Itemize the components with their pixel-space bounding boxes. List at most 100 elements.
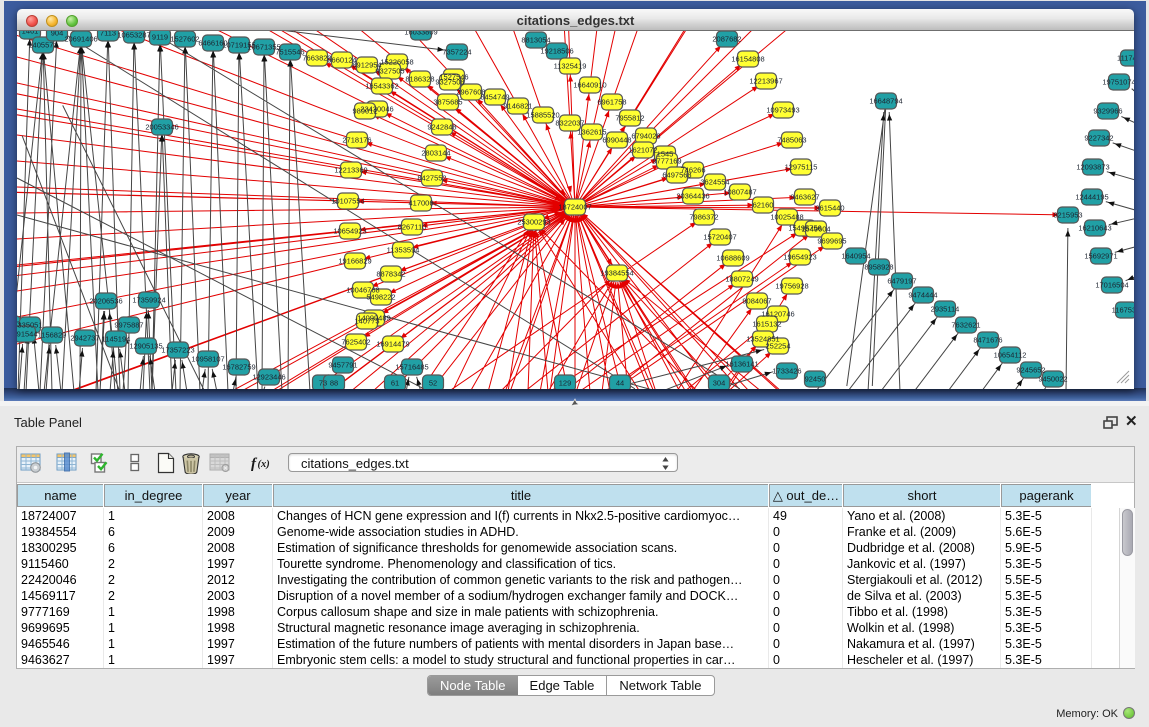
svg-text:16782759: 16782759 bbox=[222, 363, 255, 372]
svg-text:2942737: 2942737 bbox=[70, 334, 99, 343]
svg-text:1145194: 1145194 bbox=[102, 335, 131, 344]
svg-text:16033809: 16033809 bbox=[404, 31, 437, 37]
svg-text:904: 904 bbox=[51, 31, 64, 38]
svg-text:(x): (x) bbox=[258, 459, 270, 470]
svg-text:7485063: 7485063 bbox=[777, 136, 806, 145]
svg-text:9450022: 9450022 bbox=[1038, 375, 1067, 384]
svg-text:304: 304 bbox=[713, 379, 726, 388]
svg-text:5498222: 5498222 bbox=[366, 293, 395, 302]
svg-text:10653287: 10653287 bbox=[117, 31, 150, 40]
svg-text:9146821: 9146821 bbox=[503, 102, 532, 111]
svg-text:9327508: 9327508 bbox=[435, 78, 464, 87]
svg-text:9975887: 9975887 bbox=[114, 321, 143, 330]
svg-text:9329966: 9329966 bbox=[1093, 107, 1122, 116]
svg-text:12905135: 12905135 bbox=[129, 342, 162, 351]
svg-text:10107554: 10107554 bbox=[331, 197, 364, 206]
svg-text:10654923: 10654923 bbox=[333, 227, 366, 236]
svg-text:25300293: 25300293 bbox=[517, 218, 550, 227]
svg-text:19166829: 19166829 bbox=[338, 257, 371, 266]
svg-text:16640910: 16640910 bbox=[573, 81, 606, 90]
svg-text:15716485: 15716485 bbox=[395, 363, 428, 372]
svg-text:12923446: 12923446 bbox=[252, 373, 285, 382]
svg-text:7357224: 7357224 bbox=[442, 48, 471, 57]
svg-text:3875685: 3875685 bbox=[433, 98, 462, 107]
svg-text:44: 44 bbox=[616, 379, 624, 388]
svg-text:9777169: 9777169 bbox=[652, 157, 681, 166]
svg-text:1117404: 1117404 bbox=[1117, 54, 1134, 63]
svg-text:1461: 1461 bbox=[22, 31, 39, 36]
svg-text:989012: 989012 bbox=[352, 107, 377, 116]
svg-text:18807249: 18807249 bbox=[725, 275, 758, 284]
svg-text:20206536: 20206536 bbox=[89, 297, 122, 306]
svg-text:16914479: 16914479 bbox=[376, 340, 409, 349]
svg-text:10654112: 10654112 bbox=[994, 351, 1027, 360]
svg-text:73: 73 bbox=[319, 379, 327, 388]
svg-text:16136141: 16136141 bbox=[725, 360, 758, 369]
svg-text:11325419: 11325419 bbox=[554, 62, 587, 71]
svg-text:92450: 92450 bbox=[805, 375, 826, 384]
svg-text:7632621: 7632621 bbox=[951, 321, 980, 330]
svg-text:1640954: 1640954 bbox=[841, 252, 870, 261]
svg-text:17016504: 17016504 bbox=[1095, 281, 1128, 290]
svg-text:15692971: 15692971 bbox=[1084, 252, 1117, 261]
svg-text:335051: 335051 bbox=[17, 321, 42, 330]
svg-text:9457791: 9457791 bbox=[328, 361, 357, 370]
svg-text:9615440: 9615440 bbox=[815, 204, 844, 213]
svg-text:1621072: 1621072 bbox=[628, 146, 657, 155]
svg-text:10025488: 10025488 bbox=[770, 213, 803, 222]
svg-text:17357223: 17357223 bbox=[161, 346, 194, 355]
svg-text:252254: 252254 bbox=[765, 342, 790, 351]
svg-text:62160: 62160 bbox=[753, 201, 774, 210]
svg-text:1549604: 1549604 bbox=[801, 225, 830, 234]
svg-text:8427552: 8427552 bbox=[417, 174, 446, 183]
svg-text:6497568: 6497568 bbox=[662, 171, 691, 180]
svg-text:1615132: 1615132 bbox=[752, 320, 781, 329]
svg-text:140773: 140773 bbox=[354, 317, 379, 326]
svg-text:19751074: 19751074 bbox=[1102, 78, 1134, 87]
svg-text:7625402: 7625402 bbox=[341, 338, 370, 347]
svg-text:11353594: 11353594 bbox=[387, 246, 420, 255]
svg-text:9463627: 9463627 bbox=[790, 193, 819, 202]
svg-text:10807487: 10807487 bbox=[723, 188, 756, 197]
svg-text:7515546: 7515546 bbox=[275, 48, 304, 57]
svg-text:129: 129 bbox=[559, 379, 572, 388]
svg-text:6479197: 6479197 bbox=[887, 277, 916, 286]
svg-text:10958107: 10958107 bbox=[191, 355, 224, 364]
svg-text:9242848: 9242848 bbox=[427, 123, 456, 132]
svg-text:16120746: 16120746 bbox=[761, 310, 794, 319]
svg-text:9119: 9119 bbox=[152, 33, 168, 42]
svg-text:9084067: 9084067 bbox=[742, 297, 771, 306]
svg-text:8186328: 8186328 bbox=[405, 75, 434, 84]
svg-text:61: 61 bbox=[391, 379, 399, 388]
svg-text:1733426: 1733426 bbox=[772, 367, 801, 376]
svg-text:10973493: 10973493 bbox=[766, 106, 799, 115]
svg-text:10688609: 10688609 bbox=[716, 254, 749, 263]
svg-text:52: 52 bbox=[429, 379, 437, 388]
svg-text:3624554: 3624554 bbox=[700, 178, 729, 187]
svg-text:16543362: 16543362 bbox=[365, 82, 398, 91]
svg-text:16648794: 16648794 bbox=[869, 97, 902, 106]
svg-text:6794028: 6794028 bbox=[631, 132, 660, 141]
svg-text:19756928: 19756928 bbox=[775, 282, 808, 291]
svg-text:8267110: 8267110 bbox=[398, 223, 427, 232]
svg-text:88: 88 bbox=[330, 379, 338, 388]
svg-text:7113: 7113 bbox=[100, 31, 116, 38]
svg-text:2718176: 2718176 bbox=[342, 136, 371, 145]
svg-text:1167533: 1167533 bbox=[1112, 306, 1134, 315]
svg-text:417006: 417006 bbox=[408, 199, 433, 208]
svg-text:9474444: 9474444 bbox=[908, 291, 937, 300]
svg-text:2087682: 2087682 bbox=[712, 35, 741, 44]
svg-text:8471676: 8471676 bbox=[973, 336, 1002, 345]
svg-text:18724007: 18724007 bbox=[558, 203, 591, 212]
svg-text:6990448: 6990448 bbox=[602, 136, 631, 145]
svg-text:9699695: 9699695 bbox=[817, 237, 846, 246]
svg-text:2803144: 2803144 bbox=[421, 149, 450, 158]
svg-text:9327505: 9327505 bbox=[375, 67, 404, 76]
svg-text:8454749: 8454749 bbox=[480, 93, 509, 102]
svg-text:19654923: 19654923 bbox=[783, 253, 816, 262]
svg-text:9245652: 9245652 bbox=[1016, 366, 1045, 375]
svg-text:6961758: 6961758 bbox=[597, 98, 626, 107]
svg-text:1527602: 1527602 bbox=[170, 35, 199, 44]
svg-text:17359924: 17359924 bbox=[132, 296, 165, 305]
svg-text:12213967: 12213967 bbox=[749, 77, 782, 86]
